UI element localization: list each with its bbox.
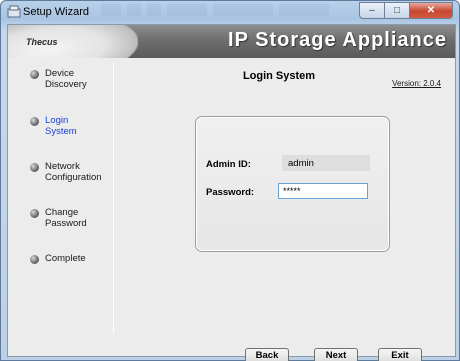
step-change-password: Change Password bbox=[30, 207, 110, 229]
window-title: Setup Wizard bbox=[23, 6, 90, 18]
password-input[interactable]: ***** bbox=[278, 183, 368, 199]
exit-button[interactable]: Exit bbox=[378, 348, 422, 361]
step-label: Change Password bbox=[45, 207, 87, 229]
app-icon bbox=[7, 5, 21, 18]
step-bullet-icon bbox=[30, 255, 39, 264]
password-label: Password: bbox=[206, 187, 255, 198]
title-bar[interactable]: Setup Wizard – □ ✕ bbox=[1, 1, 459, 23]
login-form-box: Admin ID: admin Password: ***** bbox=[195, 116, 390, 252]
admin-id-field: admin bbox=[282, 155, 370, 171]
back-button[interactable]: Back bbox=[245, 348, 289, 361]
step-complete: Complete bbox=[30, 253, 110, 264]
step-bullet-icon bbox=[30, 209, 39, 218]
minimize-button[interactable]: – bbox=[359, 2, 385, 19]
step-login-system: Login System bbox=[30, 115, 110, 137]
step-device-discovery: Device Discovery bbox=[30, 68, 110, 90]
step-bullet-icon bbox=[30, 163, 39, 172]
next-button[interactable]: Next bbox=[314, 348, 358, 361]
step-network-configuration: Network Configuration bbox=[30, 161, 110, 183]
background-taskbar-blur bbox=[101, 4, 371, 18]
close-button[interactable]: ✕ bbox=[410, 2, 453, 19]
header-banner: Thecus IP Storage Appliance bbox=[8, 25, 455, 58]
step-label: Network Configuration bbox=[45, 161, 102, 183]
step-label: Device Discovery bbox=[45, 68, 87, 90]
thecus-logo: Thecus bbox=[26, 37, 58, 47]
sidebar-divider bbox=[113, 63, 114, 333]
wizard-client-area: Thecus IP Storage Appliance Device Discov… bbox=[7, 24, 456, 361]
step-bullet-icon bbox=[30, 117, 39, 126]
admin-id-label: Admin ID: bbox=[206, 159, 251, 170]
step-label: Login System bbox=[45, 115, 77, 137]
wizard-steps-sidebar: Device Discovery Login System Network Confi… bbox=[8, 59, 113, 357]
main-panel: Login System Version: 2.0.4 Admin ID: ad… bbox=[115, 59, 455, 361]
window-controls: – □ ✕ bbox=[359, 2, 453, 19]
setup-wizard-window: Setup Wizard – □ ✕ Thecus IP Storage App… bbox=[0, 0, 460, 361]
step-label: Complete bbox=[45, 253, 86, 264]
banner-title: IP Storage Appliance bbox=[228, 29, 447, 51]
maximize-button[interactable]: □ bbox=[385, 2, 410, 19]
step-bullet-icon bbox=[30, 70, 39, 79]
version-link[interactable]: Version: 2.0.4 bbox=[392, 79, 441, 88]
